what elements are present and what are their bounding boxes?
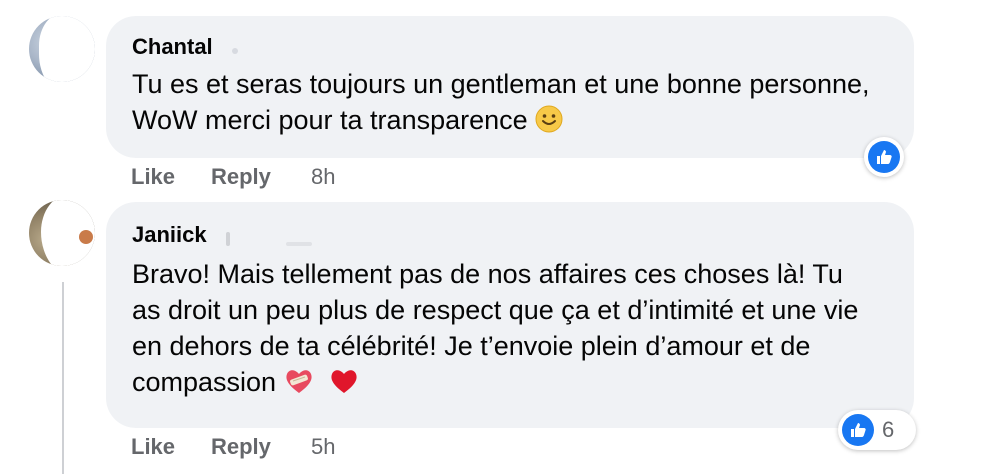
- comment-text: Tu es et seras toujours un gentleman et …: [132, 66, 874, 142]
- comment-text: Bravo! Mais tellement pas de nos affaire…: [132, 256, 874, 404]
- reply-button[interactable]: Reply: [211, 164, 311, 190]
- comment-author[interactable]: Chantal: [132, 34, 213, 60]
- slightly-smiling-face-icon: [535, 105, 563, 142]
- comment-bubble: Janiick Bravo! Mais tellement pas de nos…: [106, 202, 914, 428]
- reaction-summary[interactable]: [864, 137, 904, 177]
- reaction-count: 6: [882, 417, 895, 442]
- like-button[interactable]: Like: [131, 164, 211, 190]
- avatar[interactable]: [29, 200, 95, 266]
- reply-button[interactable]: Reply: [211, 434, 311, 460]
- redacted-name-mark: [286, 242, 312, 246]
- like-icon: [842, 414, 874, 446]
- mending-heart-icon: [284, 367, 314, 404]
- thread-line: [62, 282, 64, 474]
- redacted-name-mark: [232, 48, 238, 54]
- like-icon: [868, 141, 900, 173]
- comment-bubble: Chantal Tu es et seras toujours un gentl…: [106, 16, 914, 158]
- comment-actions: Like Reply 5h: [131, 434, 335, 460]
- comment-author[interactable]: Janiick: [132, 222, 207, 248]
- redacted-name-mark: [226, 232, 230, 246]
- comment-timestamp[interactable]: 5h: [311, 434, 335, 460]
- red-heart-icon: [329, 367, 359, 404]
- comment-actions: Like Reply 8h: [131, 164, 335, 190]
- avatar[interactable]: [29, 16, 95, 82]
- reaction-summary[interactable]: 6: [838, 410, 916, 450]
- comment-text-body: Tu es et seras toujours un gentleman et …: [132, 69, 870, 135]
- comment-timestamp[interactable]: 8h: [311, 164, 335, 190]
- comment-text-body: Bravo! Mais tellement pas de nos affaire…: [132, 259, 859, 397]
- like-button[interactable]: Like: [131, 434, 211, 460]
